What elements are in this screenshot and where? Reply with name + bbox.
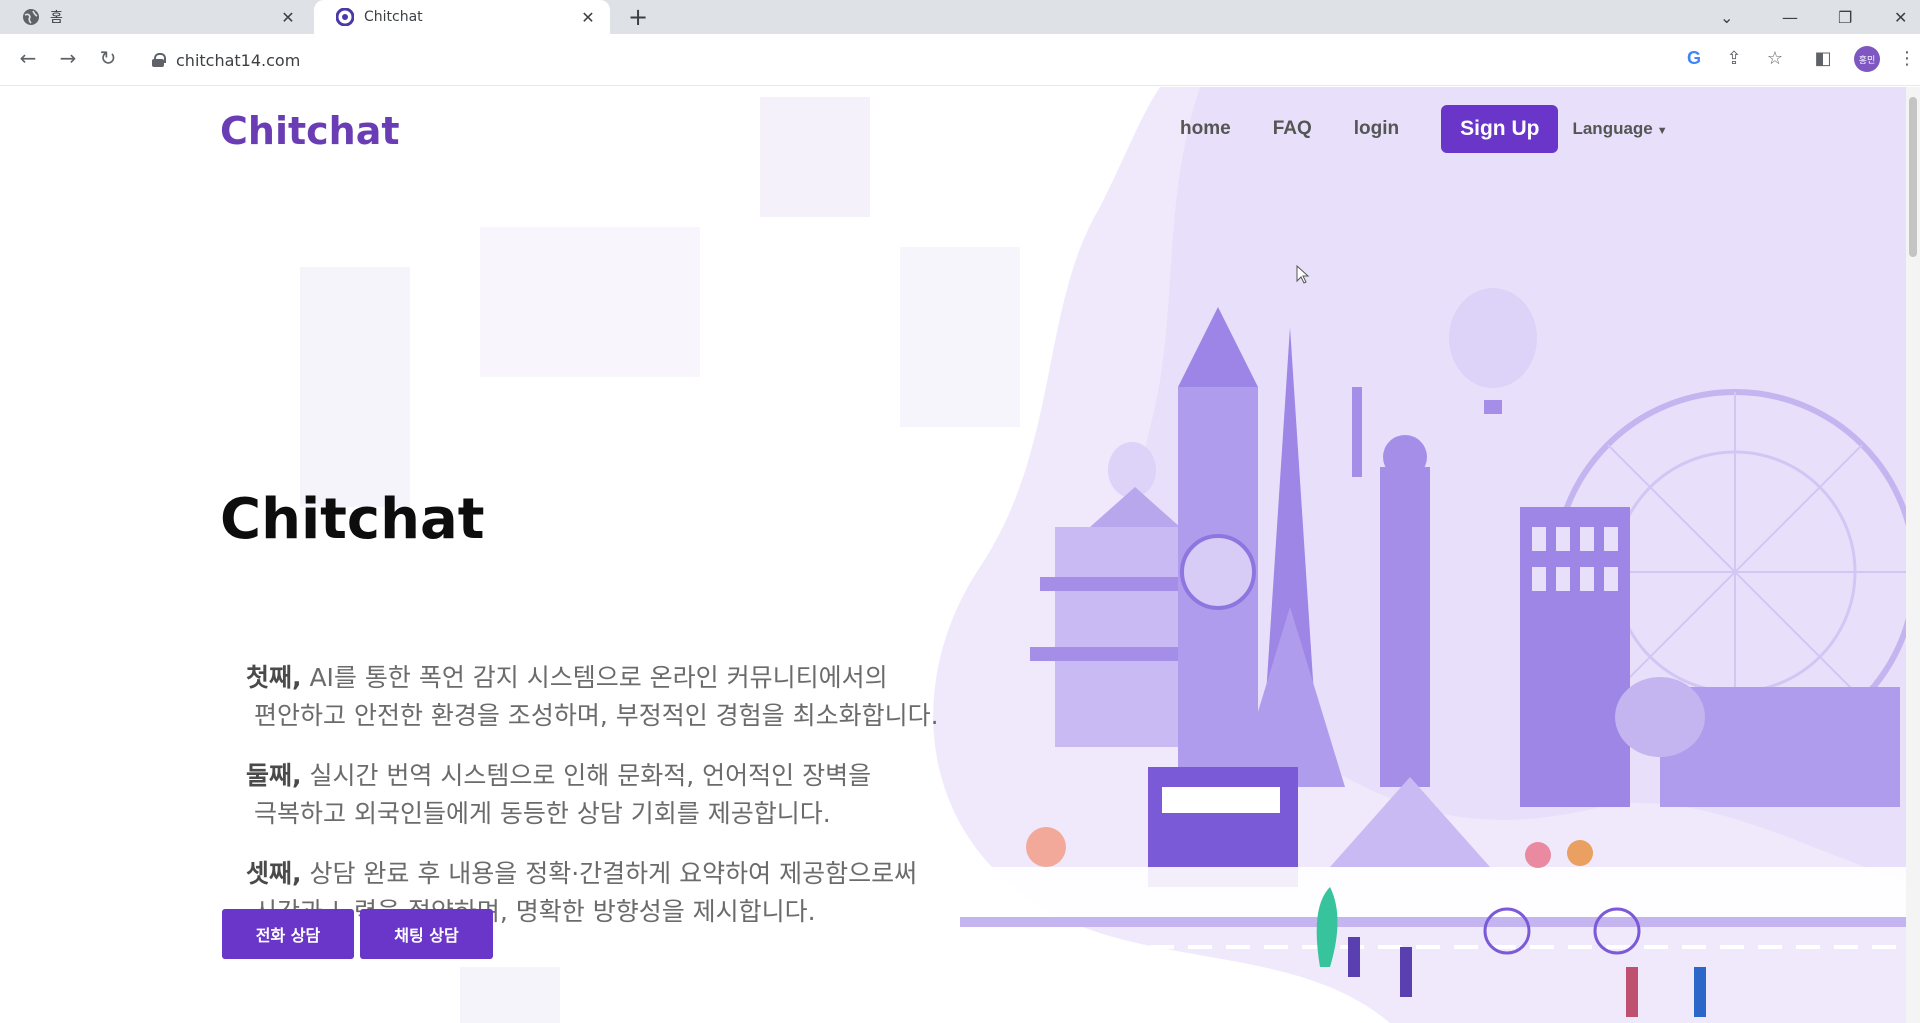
point-line2: 극복하고 외국인들에게 동등한 상담 기회를 제공합니다. [254, 799, 831, 828]
globe-icon [22, 8, 40, 26]
feature-point-1: 첫째, AI를 통한 폭언 감지 시스템으로 온라인 커뮤니티에서의 편안하고 … [246, 659, 1026, 735]
phone-consult-button[interactable]: 전화 상담 [222, 909, 354, 959]
menu-icon[interactable]: ⋮ [1894, 48, 1920, 69]
scrollbar-thumb[interactable] [1909, 97, 1917, 257]
point-line1: 상담 완료 후 내용을 정확·간결하게 요약하여 제공함으로써 [301, 859, 918, 888]
tab-search-icon[interactable]: ⌄ [1720, 0, 1733, 34]
close-tab-icon[interactable]: ✕ [578, 8, 598, 27]
tab-title: Chitchat [364, 9, 423, 25]
share-icon[interactable]: ⇪ [1721, 48, 1747, 69]
point-lead: 첫째, [246, 663, 302, 692]
tab-home[interactable]: 홈 ✕ [0, 0, 310, 34]
main-nav: home FAQ login Sign Up Language ▼ [1180, 105, 1710, 153]
back-icon[interactable]: ← [14, 46, 42, 70]
reload-icon[interactable]: ↻ [94, 46, 122, 70]
caret-down-icon: ▼ [1656, 125, 1668, 137]
point-lead: 셋째, [246, 859, 302, 888]
page-scrollbar[interactable] [1906, 87, 1920, 1023]
url-text: chitchat14.com [176, 50, 301, 70]
signup-button[interactable]: Sign Up [1441, 105, 1559, 153]
lock-icon [152, 53, 166, 67]
google-icon[interactable]: G [1681, 48, 1707, 69]
feature-point-2: 둘째, 실시간 번역 시스템으로 인해 문화적, 언어적인 장벽을 극복하고 외… [246, 757, 1026, 833]
tab-strip: 홈 ✕ Chitchat ✕ + ⌄ — ❐ ✕ [0, 0, 1920, 34]
point-line2: 편안하고 안전한 환경을 조성하며, 부정적인 경험을 최소화합니다. [254, 701, 939, 730]
forward-icon[interactable]: → [54, 46, 82, 70]
side-panel-icon[interactable]: ◧ [1810, 48, 1836, 69]
mouse-pointer-icon [1296, 265, 1310, 284]
close-window-icon[interactable]: ✕ [1894, 0, 1907, 34]
tab-chitchat[interactable]: Chitchat ✕ [314, 0, 610, 34]
language-dropdown[interactable]: Language ▼ [1572, 119, 1667, 139]
nav-faq[interactable]: FAQ [1273, 118, 1312, 140]
profile-avatar[interactable]: 홍민 [1854, 46, 1880, 72]
close-tab-icon[interactable]: ✕ [278, 8, 298, 27]
minimize-icon[interactable]: — [1782, 0, 1798, 34]
hero-title: Chitchat [220, 487, 485, 552]
chat-consult-button[interactable]: 채팅 상담 [360, 909, 493, 959]
site-logo[interactable]: Chitchat [220, 109, 400, 153]
restore-icon[interactable]: ❐ [1838, 0, 1852, 34]
language-label: Language [1572, 119, 1653, 138]
point-line1: AI를 통한 폭언 감지 시스템으로 온라인 커뮤니티에서의 [301, 663, 888, 692]
nav-login[interactable]: login [1354, 118, 1399, 140]
point-line1: 실시간 번역 시스템으로 인해 문화적, 언어적인 장벽을 [301, 761, 872, 790]
nav-home[interactable]: home [1180, 118, 1231, 140]
new-tab-icon[interactable]: + [628, 3, 648, 31]
tab-title: 홈 [50, 10, 63, 26]
bookmark-star-icon[interactable]: ☆ [1762, 48, 1788, 69]
address-bar[interactable]: chitchat14.com [140, 42, 1670, 78]
toolbar: ← → ↻ chitchat14.com G ⇪ ☆ ◧ 홍민 ⋮ [0, 34, 1920, 86]
web-page: Chitchat home FAQ login Sign Up Language… [0, 87, 1920, 1023]
point-lead: 둘째, [246, 761, 302, 790]
chitchat-favicon-icon [336, 8, 354, 26]
